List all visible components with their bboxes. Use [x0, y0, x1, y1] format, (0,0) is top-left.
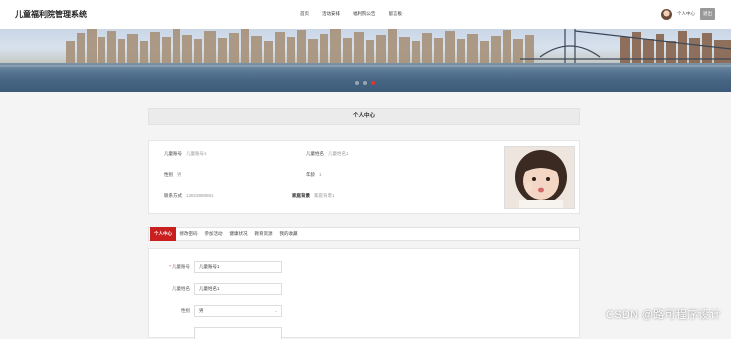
chevron-down-icon: ⌄ — [274, 308, 278, 313]
nav-announcements[interactable]: 福利院公告 — [353, 11, 376, 17]
page-title: 个人中心 — [148, 108, 580, 125]
phone-label: 联系方式 — [164, 193, 182, 198]
tab-change-password[interactable]: 修改密码 — [176, 227, 201, 241]
child-photo — [504, 146, 575, 209]
gender-field-label: 性别 — [181, 308, 190, 313]
main-nav: 首页 活动安排 福利院公告 留言板 — [300, 11, 415, 17]
child-id-pair: 儿童账号 儿童账号1 — [164, 151, 207, 157]
child-id-field-label: *儿童账号 — [169, 264, 190, 269]
form-row-child-name: 儿童姓名 儿童姓名1 — [149, 283, 581, 295]
gender-value: 男 — [177, 172, 182, 177]
age-pair: 年龄 1 — [306, 172, 322, 178]
child-id-value: 儿童账号1 — [186, 151, 207, 156]
nav-home[interactable]: 首页 — [300, 11, 309, 17]
form-row-next — [149, 327, 581, 339]
site-brand[interactable]: 儿童福利院管理系统 — [15, 9, 87, 20]
tab-health[interactable]: 健康状况 — [226, 227, 251, 241]
next-field[interactable] — [194, 327, 282, 339]
gender-pair: 性别男 — [164, 172, 182, 178]
carousel-dot-active[interactable] — [371, 81, 375, 85]
profile-tabs: 个人中心 修改密码 参加活动 健康状况 教育资源 我的收藏 — [148, 227, 580, 241]
carousel-indicators — [355, 81, 375, 85]
child-name-pair: 儿童姓名 儿童姓名1 — [306, 151, 349, 157]
profile-form: *儿童账号 儿童账号1 儿童姓名 儿童姓名1 性别 男 ⌄ — [148, 248, 581, 339]
child-name-field-label: 儿童姓名 — [172, 286, 190, 291]
tab-favorites[interactable]: 我的收藏 — [276, 227, 301, 241]
nav-message-board[interactable]: 留言板 — [389, 11, 403, 17]
tab-education[interactable]: 教育资源 — [251, 227, 276, 241]
csdn-watermark: CSDN @路可程序设计 — [606, 309, 721, 321]
age-value: 1 — [319, 172, 322, 177]
carousel-dot[interactable] — [355, 81, 359, 85]
nav-activities[interactable]: 活动安排 — [322, 11, 340, 17]
user-menu: 个人中心 退出 — [661, 8, 715, 20]
gender-select[interactable]: 男 ⌄ — [194, 305, 282, 317]
child-name-value: 儿童姓名1 — [328, 151, 349, 156]
logout-button[interactable]: 退出 — [700, 8, 715, 20]
family-pair: 家庭背景 家庭背景1 — [292, 193, 335, 199]
form-row-child-id: *儿童账号 儿童账号1 — [149, 261, 581, 273]
phone-pair: 联系方式 13823888881 — [164, 193, 214, 199]
top-navbar: 儿童福利院管理系统 首页 活动安排 福利院公告 留言板 个人中心 退出 — [0, 0, 731, 29]
carousel-dot[interactable] — [363, 81, 367, 85]
child-id-label: 儿童账号 — [164, 151, 182, 156]
tab-activities[interactable]: 参加活动 — [201, 227, 226, 241]
gender-select-value: 男 — [199, 308, 204, 313]
family-value: 家庭背景1 — [314, 193, 335, 198]
child-name-input[interactable]: 儿童姓名1 — [194, 283, 282, 295]
avatar[interactable] — [661, 8, 672, 20]
child-name-label: 儿童姓名 — [306, 151, 324, 156]
phone-value: 13823888881 — [186, 193, 214, 198]
family-label: 家庭背景 — [292, 193, 310, 198]
child-id-input[interactable]: 儿童账号1 — [194, 261, 282, 273]
tab-personal-center[interactable]: 个人中心 — [150, 227, 176, 241]
gender-label: 性别 — [164, 172, 173, 177]
form-row-gender: 性别 男 ⌄ — [149, 305, 581, 317]
age-label: 年龄 — [306, 172, 315, 177]
profile-card: 儿童账号 儿童账号1 儿童姓名 儿童姓名1 性别男 年龄 1 联系方式 13823888… — [148, 140, 580, 214]
user-center-link[interactable]: 个人中心 — [677, 11, 695, 17]
